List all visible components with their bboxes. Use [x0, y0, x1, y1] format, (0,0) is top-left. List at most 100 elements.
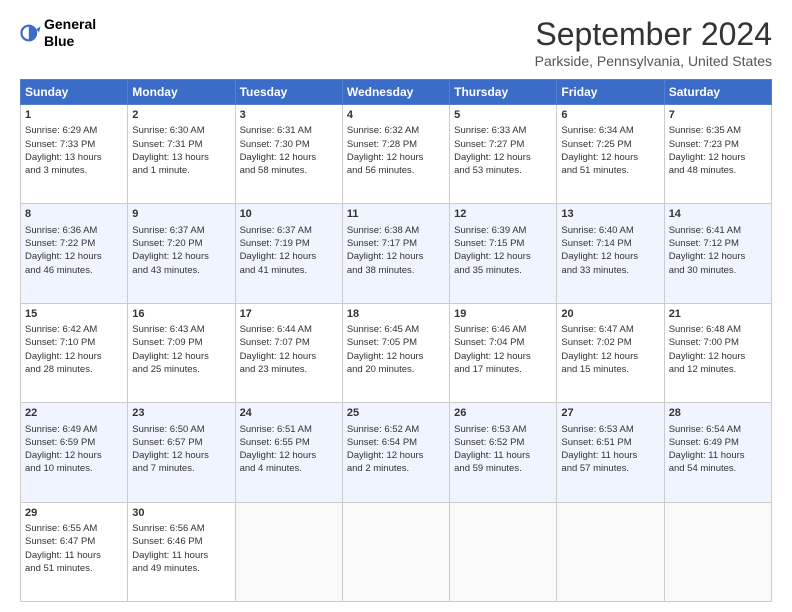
day-info-line: and 15 minutes.	[561, 363, 659, 376]
logo-text: General Blue	[44, 16, 96, 50]
day-info-line: Sunset: 7:25 PM	[561, 138, 659, 151]
day-info-line: and 7 minutes.	[132, 462, 230, 475]
day-info-line: and 10 minutes.	[25, 462, 123, 475]
day-number: 15	[25, 307, 123, 322]
calendar-week-row: 22Sunrise: 6:49 AMSunset: 6:59 PMDayligh…	[21, 403, 772, 502]
day-info-line: and 48 minutes.	[669, 164, 767, 177]
logo-line2: Blue	[44, 33, 96, 50]
day-number: 29	[25, 506, 123, 521]
day-info-line: Sunrise: 6:53 AM	[561, 423, 659, 436]
day-info-line: Sunset: 7:15 PM	[454, 237, 552, 250]
month-title: September 2024	[535, 16, 772, 53]
day-number: 26	[454, 406, 552, 421]
day-number: 21	[669, 307, 767, 322]
day-number: 3	[240, 108, 338, 123]
day-header-friday: Friday	[557, 80, 664, 105]
calendar-cell	[557, 502, 664, 601]
day-number: 23	[132, 406, 230, 421]
day-info-line: and 1 minute.	[132, 164, 230, 177]
day-info-line: Daylight: 12 hours	[132, 449, 230, 462]
calendar-cell	[664, 502, 771, 601]
calendar-cell: 12Sunrise: 6:39 AMSunset: 7:15 PMDayligh…	[450, 204, 557, 303]
calendar-cell: 18Sunrise: 6:45 AMSunset: 7:05 PMDayligh…	[342, 303, 449, 402]
day-info-line: Sunset: 7:17 PM	[347, 237, 445, 250]
calendar-cell: 19Sunrise: 6:46 AMSunset: 7:04 PMDayligh…	[450, 303, 557, 402]
day-info-line: Sunset: 7:27 PM	[454, 138, 552, 151]
calendar-cell: 27Sunrise: 6:53 AMSunset: 6:51 PMDayligh…	[557, 403, 664, 502]
day-info-line: Sunrise: 6:47 AM	[561, 323, 659, 336]
day-number: 30	[132, 506, 230, 521]
day-header-tuesday: Tuesday	[235, 80, 342, 105]
calendar-cell: 24Sunrise: 6:51 AMSunset: 6:55 PMDayligh…	[235, 403, 342, 502]
day-info-line: and 4 minutes.	[240, 462, 338, 475]
header: General Blue September 2024 Parkside, Pe…	[20, 16, 772, 69]
day-info-line: Sunset: 7:02 PM	[561, 336, 659, 349]
day-info-line: Sunset: 6:57 PM	[132, 436, 230, 449]
day-info-line: and 51 minutes.	[25, 562, 123, 575]
calendar-cell: 13Sunrise: 6:40 AMSunset: 7:14 PMDayligh…	[557, 204, 664, 303]
calendar-header-row: SundayMondayTuesdayWednesdayThursdayFrid…	[21, 80, 772, 105]
day-number: 13	[561, 207, 659, 222]
day-info-line: Sunrise: 6:49 AM	[25, 423, 123, 436]
day-header-sunday: Sunday	[21, 80, 128, 105]
calendar-cell: 17Sunrise: 6:44 AMSunset: 7:07 PMDayligh…	[235, 303, 342, 402]
day-info-line: and 33 minutes.	[561, 264, 659, 277]
day-info-line: and 57 minutes.	[561, 462, 659, 475]
day-info-line: Daylight: 11 hours	[669, 449, 767, 462]
day-info-line: Sunrise: 6:39 AM	[454, 224, 552, 237]
calendar-cell: 2Sunrise: 6:30 AMSunset: 7:31 PMDaylight…	[128, 105, 235, 204]
day-header-thursday: Thursday	[450, 80, 557, 105]
day-info-line: Daylight: 12 hours	[240, 449, 338, 462]
calendar-week-row: 1Sunrise: 6:29 AMSunset: 7:33 PMDaylight…	[21, 105, 772, 204]
day-info-line: and 23 minutes.	[240, 363, 338, 376]
day-info-line: Sunset: 7:07 PM	[240, 336, 338, 349]
calendar-week-row: 15Sunrise: 6:42 AMSunset: 7:10 PM Dayligh…	[21, 303, 772, 402]
day-number: 16	[132, 307, 230, 322]
day-number: 10	[240, 207, 338, 222]
day-info-line: Sunset: 7:33 PM	[25, 138, 123, 151]
day-info-line: Sunrise: 6:37 AM	[132, 224, 230, 237]
day-info-line: Daylight: 12 hours	[240, 250, 338, 263]
day-info-line: Daylight: 12 hours	[669, 151, 767, 164]
day-info-line: and 56 minutes.	[347, 164, 445, 177]
day-info-line: Daylight: 12 hours	[347, 250, 445, 263]
day-info-line: Sunrise: 6:40 AM	[561, 224, 659, 237]
day-info-line: Sunrise: 6:56 AM	[132, 522, 230, 535]
day-info-line: Sunset: 6:47 PM	[25, 535, 123, 548]
day-number: 9	[132, 207, 230, 222]
day-info-line: and 20 minutes.	[347, 363, 445, 376]
day-info-line: Sunset: 7:10 PM	[25, 336, 123, 349]
day-info-line: Sunrise: 6:31 AM	[240, 124, 338, 137]
day-info-line: Sunrise: 6:41 AM	[669, 224, 767, 237]
day-info-line: and 54 minutes.	[669, 462, 767, 475]
day-info-line: Sunrise: 6:52 AM	[347, 423, 445, 436]
day-number: 17	[240, 307, 338, 322]
title-block: September 2024 Parkside, Pennsylvania, U…	[535, 16, 772, 69]
day-info-line: Sunset: 7:20 PM	[132, 237, 230, 250]
day-info-line: Daylight: 12 hours	[347, 449, 445, 462]
day-info-line: Daylight: 12 hours	[25, 250, 123, 263]
day-number: 19	[454, 307, 552, 322]
day-info-line: and 58 minutes.	[240, 164, 338, 177]
day-info-line: Sunset: 7:23 PM	[669, 138, 767, 151]
day-number: 1	[25, 108, 123, 123]
calendar-cell: 16Sunrise: 6:43 AMSunset: 7:09 PMDayligh…	[128, 303, 235, 402]
day-info-line: Sunrise: 6:48 AM	[669, 323, 767, 336]
calendar-week-row: 29Sunrise: 6:55 AMSunset: 6:47 PMDayligh…	[21, 502, 772, 601]
day-info-line: Daylight: 11 hours	[561, 449, 659, 462]
day-info-line: Sunrise: 6:53 AM	[454, 423, 552, 436]
day-info-line: Sunset: 7:19 PM	[240, 237, 338, 250]
day-info-line: Sunset: 6:46 PM	[132, 535, 230, 548]
day-info-line: Sunset: 7:30 PM	[240, 138, 338, 151]
day-info-line: and 38 minutes.	[347, 264, 445, 277]
day-info-line: Daylight: 12 hours	[347, 350, 445, 363]
day-info-line: and 41 minutes.	[240, 264, 338, 277]
day-number: 25	[347, 406, 445, 421]
day-info-line: Sunset: 6:55 PM	[240, 436, 338, 449]
logo: General Blue	[20, 16, 96, 50]
day-info-line: Sunrise: 6:36 AM	[25, 224, 123, 237]
logo-line1: General	[44, 16, 96, 33]
calendar-cell: 4Sunrise: 6:32 AMSunset: 7:28 PMDaylight…	[342, 105, 449, 204]
day-info-line: Sunset: 7:09 PM	[132, 336, 230, 349]
day-info-line: Sunrise: 6:42 AM	[25, 323, 123, 336]
